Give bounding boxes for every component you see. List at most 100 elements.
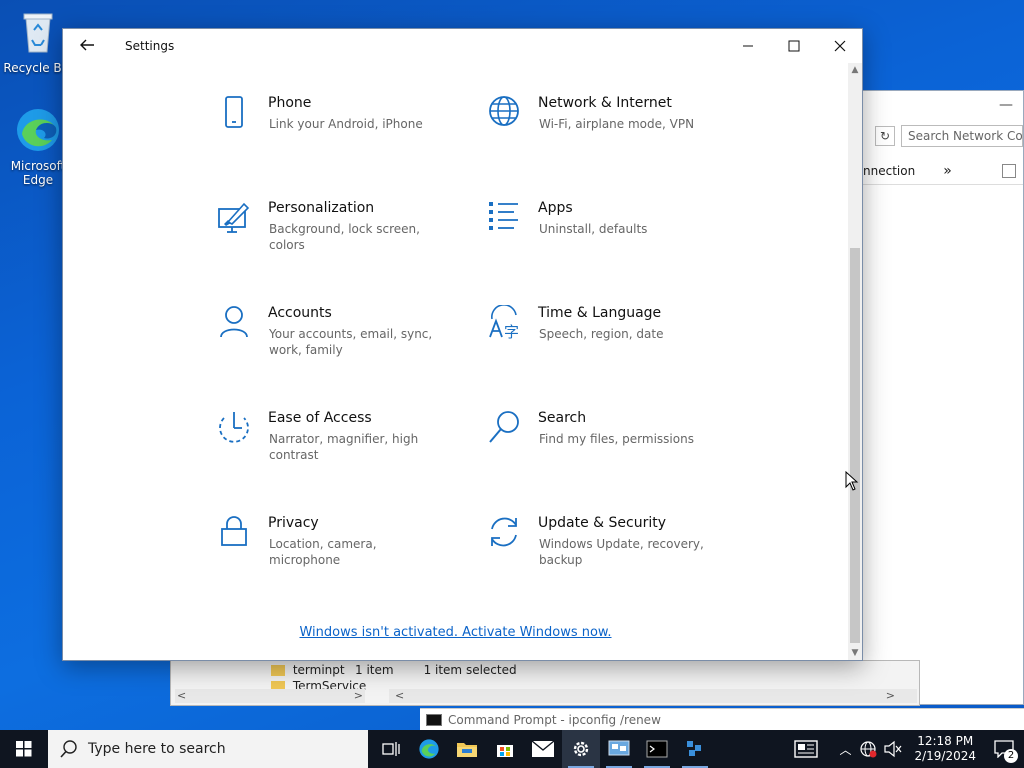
tile-description: Narrator, magnifier, high contrast bbox=[269, 432, 419, 462]
status-bar: 1 item 1 item selected bbox=[341, 661, 517, 679]
tile-privacy[interactable]: Privacy Location, camera, microphone bbox=[218, 515, 468, 585]
tile-name: Accounts bbox=[268, 305, 332, 321]
command-prompt-icon bbox=[426, 713, 442, 726]
taskbar-settings[interactable] bbox=[562, 730, 600, 768]
tile-name: Network & Internet bbox=[538, 95, 672, 111]
tile-description: Your accounts, email, sync, work, family bbox=[269, 327, 433, 357]
breadcrumb[interactable]: nnection bbox=[863, 164, 915, 178]
scrollbar-thumb[interactable] bbox=[850, 248, 860, 643]
clock[interactable]: 12:18 PM 2/19/2024 bbox=[906, 734, 984, 764]
tile-name: Update & Security bbox=[538, 515, 667, 531]
tile-time-language[interactable]: 字 Time & Language Speech, region, date bbox=[488, 305, 738, 375]
notification-badge: 2 bbox=[1004, 749, 1018, 763]
task-view-button[interactable] bbox=[372, 730, 410, 768]
edge-label: Microsoft Edge bbox=[10, 159, 66, 187]
registry-editor-icon bbox=[687, 741, 701, 756]
tile-search[interactable]: Search Find my files, permissions bbox=[488, 410, 738, 480]
tile-name: Search bbox=[538, 410, 587, 426]
mail-icon bbox=[531, 740, 555, 757]
vertical-scrollbar[interactable]: ▲ ▼ bbox=[848, 63, 862, 660]
taskbar-registry-editor[interactable] bbox=[676, 730, 714, 768]
background-explorer-window[interactable]: — ↻ Search Network Con nnection » bbox=[862, 90, 1024, 705]
tile-name: Ease of Access bbox=[268, 410, 372, 426]
taskbar-mail[interactable] bbox=[524, 730, 562, 768]
gear-icon bbox=[573, 741, 589, 757]
search-icon bbox=[489, 411, 519, 443]
network-connections-icon bbox=[608, 740, 630, 756]
start-button[interactable] bbox=[0, 730, 48, 768]
person-icon bbox=[220, 306, 248, 338]
tile-update-security[interactable]: Update & Security Windows Update, recove… bbox=[488, 515, 738, 585]
background-search-input[interactable]: Search Network Con bbox=[901, 125, 1023, 147]
taskbar-store[interactable] bbox=[486, 730, 524, 768]
tile-apps[interactable]: Apps Uninstall, defaults bbox=[488, 200, 738, 270]
tile-network-internet[interactable]: Network & Internet Wi-Fi, airplane mode,… bbox=[488, 95, 738, 165]
left-horizontal-scrollbar[interactable]: < > bbox=[175, 689, 365, 703]
command-prompt-window[interactable]: Command Prompt - ipconfig /renew bbox=[420, 708, 1024, 730]
mouse-cursor-icon bbox=[845, 471, 859, 491]
taskbar-edge[interactable] bbox=[410, 730, 448, 768]
taskbar-file-explorer[interactable] bbox=[448, 730, 486, 768]
personalization-icon bbox=[218, 202, 250, 233]
minimize-icon[interactable]: — bbox=[999, 97, 1013, 113]
volume-muted-icon[interactable] bbox=[883, 740, 903, 758]
tile-description: Link your Android, iPhone bbox=[269, 117, 423, 131]
apps-icon bbox=[489, 202, 518, 230]
more-chevron-icon[interactable]: » bbox=[943, 163, 952, 179]
folder-icon bbox=[457, 743, 477, 757]
action-center-button[interactable]: 2 bbox=[984, 730, 1024, 768]
show-hidden-icons-chevron-icon[interactable]: ︿ bbox=[834, 741, 856, 758]
maximize-button[interactable] bbox=[771, 33, 817, 59]
windows-logo-icon bbox=[16, 741, 32, 757]
search-icon bbox=[60, 740, 77, 758]
tile-description: Find my files, permissions bbox=[539, 432, 694, 446]
update-icon bbox=[491, 517, 517, 547]
minimize-button[interactable] bbox=[725, 33, 771, 59]
store-icon bbox=[497, 745, 513, 757]
network-globe-icon[interactable] bbox=[859, 740, 877, 758]
clock-time: 12:18 PM bbox=[917, 734, 974, 748]
clock-date: 2/19/2024 bbox=[914, 749, 976, 763]
taskbar-news[interactable] bbox=[784, 730, 828, 768]
tile-ease-of-access[interactable]: Ease of Access Narrator, magnifier, high… bbox=[218, 410, 468, 480]
tile-description: Windows Update, recovery, backup bbox=[539, 537, 704, 567]
task-view-icon bbox=[382, 742, 400, 756]
refresh-button[interactable]: ↻ bbox=[875, 126, 895, 146]
tile-description: Wi-Fi, airplane mode, VPN bbox=[539, 117, 695, 131]
settings-window[interactable]: Settings ▲ ▼ Phone Link your Android, iP… bbox=[62, 28, 863, 661]
tile-accounts[interactable]: Accounts Your accounts, email, sync, wor… bbox=[218, 305, 468, 375]
tree-folder-terminpt[interactable]: terminpt bbox=[271, 663, 345, 677]
phone-icon bbox=[225, 96, 243, 128]
tile-description: Speech, region, date bbox=[539, 327, 664, 341]
status-selected: 1 item selected bbox=[423, 663, 517, 677]
taskbar-search-box[interactable]: Type here to search bbox=[48, 730, 368, 768]
close-button[interactable] bbox=[817, 33, 863, 59]
edge-icon bbox=[17, 109, 59, 151]
system-tray: ︿ 12:18 PM 2/19/2024 2 bbox=[784, 730, 1024, 768]
tile-name: Apps bbox=[538, 200, 573, 216]
edge-icon bbox=[419, 739, 439, 759]
folder-icon bbox=[271, 665, 285, 676]
scroll-down-icon[interactable]: ▼ bbox=[848, 646, 862, 660]
taskbar-command-prompt[interactable] bbox=[638, 730, 676, 768]
taskbar-network-connections[interactable] bbox=[600, 730, 638, 768]
tile-personalization[interactable]: Personalization Background, lock screen,… bbox=[218, 200, 468, 270]
activate-windows-link[interactable]: Windows isn't activated. Activate Window… bbox=[63, 625, 848, 640]
taskbar: Type here to search ︿ 12:18 PM 2/19/2024… bbox=[0, 730, 1024, 768]
tile-description: Location, camera, microphone bbox=[269, 537, 377, 567]
lock-icon bbox=[221, 516, 247, 546]
command-prompt-icon bbox=[646, 740, 668, 758]
settings-titlebar[interactable]: Settings bbox=[63, 29, 862, 63]
command-prompt-title: Command Prompt - ipconfig /renew bbox=[448, 712, 661, 727]
view-options-icon[interactable] bbox=[1001, 163, 1016, 178]
taskbar-search-placeholder: Type here to search bbox=[88, 741, 226, 757]
tile-description: Background, lock screen, colors bbox=[269, 222, 420, 252]
tile-name: Personalization bbox=[268, 200, 375, 216]
scroll-up-icon[interactable]: ▲ bbox=[848, 63, 862, 77]
tile-name: Phone bbox=[268, 95, 312, 111]
tile-phone[interactable]: Phone Link your Android, iPhone bbox=[218, 95, 468, 165]
status-item-count: 1 item bbox=[355, 663, 394, 677]
back-arrow-icon[interactable] bbox=[77, 35, 97, 55]
right-horizontal-scrollbar[interactable]: < > bbox=[389, 689, 917, 703]
time-language-icon: 字 bbox=[489, 305, 519, 341]
